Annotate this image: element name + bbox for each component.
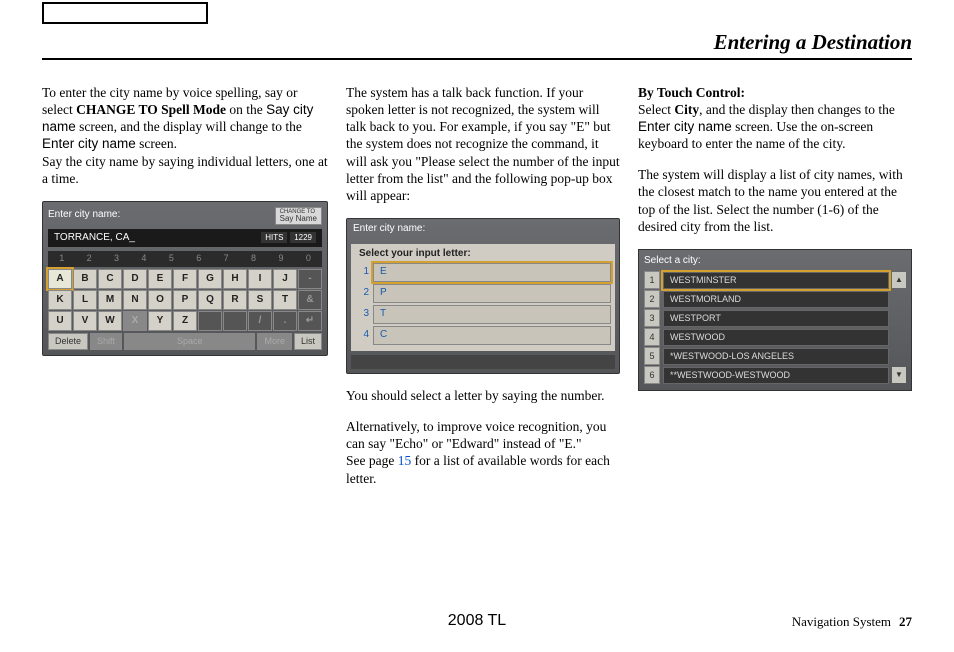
city-item-5[interactable]: *WESTWOOD-LOS ANGELES xyxy=(663,348,889,366)
key-r[interactable]: R xyxy=(223,290,247,310)
page-title: Entering a Destination xyxy=(714,30,912,55)
key-dash[interactable]: - xyxy=(298,269,322,289)
col3-para1: By Touch Control: Select City, and the d… xyxy=(638,84,912,153)
popup-item-3[interactable]: T xyxy=(373,305,611,324)
key-l[interactable]: L xyxy=(73,290,97,310)
key-e[interactable]: E xyxy=(148,269,172,289)
key-d[interactable]: D xyxy=(123,269,147,289)
col1-para1: To enter the city name by voice spelling… xyxy=(42,84,328,188)
key-f[interactable]: F xyxy=(173,269,197,289)
col2-para1: The system has a talk back function. If … xyxy=(346,84,620,205)
city-item-3[interactable]: WESTPORT xyxy=(663,310,889,328)
say-name-button[interactable]: CHANGE TOSay Name xyxy=(275,207,322,225)
key-t[interactable]: T xyxy=(273,290,297,310)
key-m[interactable]: M xyxy=(98,290,122,310)
key-blank2 xyxy=(223,311,247,331)
key-u[interactable]: U xyxy=(48,311,72,331)
city-item-2[interactable]: WESTMORLAND xyxy=(663,291,889,309)
key-amp[interactable]: & xyxy=(298,290,322,310)
popup-item-2[interactable]: P xyxy=(373,284,611,303)
city-item-1[interactable]: WESTMINSTER xyxy=(663,272,889,290)
content-columns: To enter the city name by voice spelling… xyxy=(42,70,912,500)
key-a[interactable]: A xyxy=(48,269,72,289)
footer-right: Navigation System27 xyxy=(792,614,912,630)
popup-title: Select your input letter: xyxy=(355,248,611,261)
page-link-15[interactable]: 15 xyxy=(398,453,412,468)
key-z[interactable]: Z xyxy=(173,311,197,331)
col2-para3: Alternatively, to improve voice recognit… xyxy=(346,418,620,487)
shift-button[interactable]: Shift xyxy=(90,333,122,351)
down-arrow-icon[interactable]: ▼ xyxy=(892,367,906,383)
key-h[interactable]: H xyxy=(223,269,247,289)
key-blank1 xyxy=(198,311,222,331)
key-g[interactable]: G xyxy=(198,269,222,289)
key-n[interactable]: N xyxy=(123,290,147,310)
footer-model: 2008 TL xyxy=(448,612,506,630)
key-y[interactable]: Y xyxy=(148,311,172,331)
col3-para2: The system will display a list of city n… xyxy=(638,166,912,235)
key-p[interactable]: P xyxy=(173,290,197,310)
key-k[interactable]: K xyxy=(48,290,72,310)
list-button[interactable]: List xyxy=(294,333,322,351)
key-c[interactable]: C xyxy=(98,269,122,289)
up-arrow-icon[interactable]: ▲ xyxy=(892,272,906,288)
key-j[interactable]: J xyxy=(273,269,297,289)
delete-button[interactable]: Delete xyxy=(48,333,88,351)
citylist-screenshot: Select a city: 1WESTMINSTER▲ 2WESTMORLAN… xyxy=(638,249,912,392)
key-x[interactable]: X xyxy=(123,311,147,331)
keyboard-screenshot: Enter city name: CHANGE TOSay Name TORRA… xyxy=(42,201,328,357)
col2-para2: You should select a letter by saying the… xyxy=(346,387,620,404)
popup-item-1[interactable]: E xyxy=(373,263,611,282)
scr-title-text: Enter city name: xyxy=(48,209,120,222)
key-i[interactable]: I xyxy=(248,269,272,289)
popup-item-4[interactable]: C xyxy=(373,326,611,345)
column-2: The system has a talk back function. If … xyxy=(346,70,620,500)
key-q[interactable]: Q xyxy=(198,290,222,310)
header-rule xyxy=(42,58,912,60)
input-value: TORRANCE, CA_ xyxy=(54,232,135,245)
key-b[interactable]: B xyxy=(73,269,97,289)
key-dot[interactable]: . xyxy=(273,311,297,331)
key-o[interactable]: O xyxy=(148,290,172,310)
key-slash[interactable]: / xyxy=(248,311,272,331)
column-1: To enter the city name by voice spelling… xyxy=(42,70,328,500)
more-button[interactable]: More xyxy=(257,333,292,351)
city-item-6[interactable]: **WESTWOOD-WESTWOOD xyxy=(663,367,889,385)
space-button[interactable]: Space xyxy=(124,333,255,351)
key-w[interactable]: W xyxy=(98,311,122,331)
key-s[interactable]: S xyxy=(248,290,272,310)
citylist-title: Select a city: xyxy=(644,255,906,268)
number-row: 1234567890 xyxy=(48,251,322,267)
key-enter[interactable]: ↵ xyxy=(298,311,322,331)
city-item-4[interactable]: WESTWOOD xyxy=(663,329,889,347)
key-v[interactable]: V xyxy=(73,311,97,331)
column-3: By Touch Control: Select City, and the d… xyxy=(638,70,912,500)
popup-screenshot: Enter city name: Select your input lette… xyxy=(346,218,620,374)
header-empty-box xyxy=(42,2,208,24)
